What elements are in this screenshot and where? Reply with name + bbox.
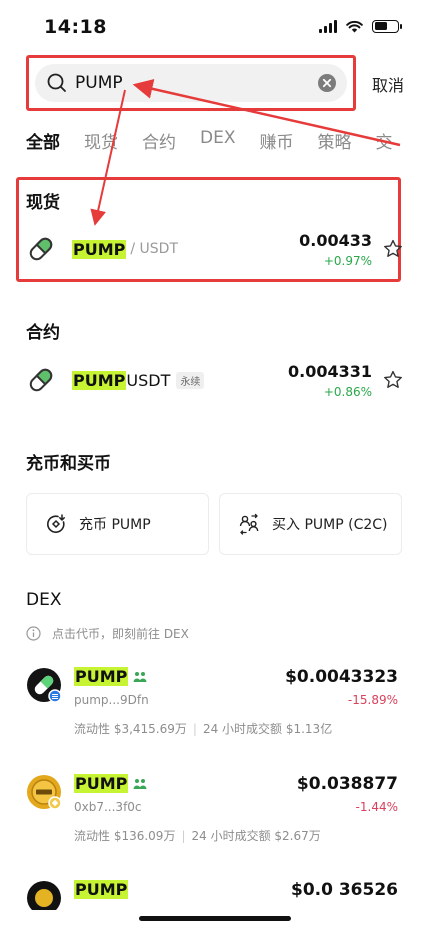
dex-liquidity: 流动性 $136.09万 [74, 829, 176, 843]
dex-token-symbol: PUMP [74, 774, 129, 793]
star-icon[interactable] [382, 369, 404, 391]
spot-section-title: 现货 [26, 193, 60, 213]
contract-pair-name: PUMP USDT 永续 [72, 370, 288, 390]
tab-all[interactable]: 全部 [26, 128, 60, 153]
token-avatar [27, 881, 61, 910]
spot-price: 0.00433 [299, 230, 372, 250]
pump-coin-avatar [27, 775, 62, 810]
dex-token-change: -15.89% [347, 693, 398, 707]
contract-pair-row[interactable]: PUMP USDT 永续 0.004331 +0.86% [26, 360, 404, 400]
search-highlight-box: PUMP [26, 55, 356, 111]
pill-icon [29, 368, 53, 392]
dex-token-symbol: PUMP [74, 667, 129, 686]
cellular-signal-icon [319, 19, 337, 33]
tab-earn[interactable]: 赚币 [259, 128, 293, 153]
clear-icon[interactable] [317, 73, 337, 93]
dex-token-name: PUMP [74, 880, 129, 899]
contract-base-symbol: PUMP [72, 370, 127, 390]
dex-token-price: $0.0043323 [285, 667, 398, 687]
spot-pair-row[interactable]: PUMP / USDT 0.00433 +0.97% [26, 229, 404, 269]
home-indicator [139, 916, 291, 921]
search-input[interactable]: PUMP [35, 64, 347, 102]
contract-price: 0.004331 [287, 361, 372, 381]
deposit-buy-section-title: 充币和买币 [26, 454, 111, 474]
tab-dex[interactable]: DEX [200, 128, 235, 153]
dex-token-row[interactable]: PUMP $0.0 36526 [26, 880, 404, 910]
contract-price-col: 0.004331 +0.86% [288, 362, 372, 399]
dex-volume: 24 小时成交额 $1.13亿 [202, 722, 333, 736]
search-query: PUMP [75, 73, 123, 93]
p2p-users-icon [239, 513, 259, 535]
contract-section-title: 合约 [26, 323, 60, 343]
dex-token-address: 0xb7...3f0c [74, 800, 142, 814]
search-icon [47, 73, 66, 92]
dex-token-row[interactable]: PUMP 0xb7...3f0c 流动性 $136.09万 | 24 小时成交额 $… [26, 774, 404, 844]
dex-section-title: DEX [26, 590, 62, 610]
status-time: 14:18 [44, 16, 107, 38]
spot-base-symbol: PUMP [72, 239, 127, 259]
pump-token-avatar [27, 668, 62, 703]
cancel-button[interactable]: 取消 [372, 72, 404, 96]
star-icon[interactable] [382, 238, 404, 260]
dex-token-row[interactable]: PUMP pump...9Dfn 流动性 $3,415.69万 | 24 小时成交额… [26, 667, 404, 737]
tab-spot[interactable]: 现货 [84, 128, 118, 153]
dex-token-price: $0.0 36526 [290, 880, 398, 900]
deposit-button[interactable]: 充币 PUMP [26, 493, 209, 555]
dex-token-change: -1.44% [355, 800, 398, 814]
dex-token-name: PUMP [74, 667, 147, 686]
dex-volume: 24 小时成交额 $2.67万 [191, 829, 321, 843]
wifi-icon [346, 20, 363, 32]
perpetual-tag: 永续 [176, 371, 205, 389]
dex-hint-text: 点击代币，即刻前往 DEX [52, 627, 189, 641]
dex-token-stats: 流动性 $3,415.69万 | 24 小时成交额 $1.13亿 [74, 722, 333, 736]
contract-change: +0.86% [323, 384, 372, 399]
status-bar: 14:18 [0, 0, 429, 54]
tab-strategy[interactable]: 策略 [317, 128, 351, 153]
spot-pair-name: PUMP / USDT [72, 239, 299, 259]
tab-trade[interactable]: 交 [375, 128, 392, 153]
deposit-label: 充币 PUMP [79, 517, 151, 533]
dex-token-price: $0.038877 [296, 774, 398, 794]
pill-icon [29, 237, 53, 261]
category-tabs: 全部 现货 合约 DEX 赚币 策略 交 [26, 128, 429, 153]
dex-token-stats: 流动性 $136.09万 | 24 小时成交额 $2.67万 [74, 829, 321, 843]
community-icon [133, 778, 147, 789]
battery-icon [372, 19, 402, 33]
spot-quote-symbol: / USDT [130, 241, 179, 257]
dex-token-symbol: PUMP [74, 880, 129, 899]
spot-change: +0.97% [323, 253, 372, 268]
community-icon [133, 671, 147, 682]
contract-quote-symbol: USDT [126, 370, 171, 390]
spot-price-col: 0.00433 +0.97% [299, 231, 372, 268]
deposit-icon [47, 514, 65, 533]
info-icon [26, 626, 41, 641]
dex-token-name: PUMP [74, 774, 147, 793]
buy-c2c-label: 买入 PUMP (C2C) [272, 517, 388, 533]
dex-liquidity: 流动性 $3,415.69万 [74, 722, 187, 736]
buy-c2c-button[interactable]: 买入 PUMP (C2C) [219, 493, 402, 555]
status-icons [319, 19, 402, 33]
tab-contract[interactable]: 合约 [142, 128, 176, 153]
dex-hint: 点击代币，即刻前往 DEX [26, 625, 189, 642]
dex-token-address: pump...9Dfn [74, 693, 149, 707]
